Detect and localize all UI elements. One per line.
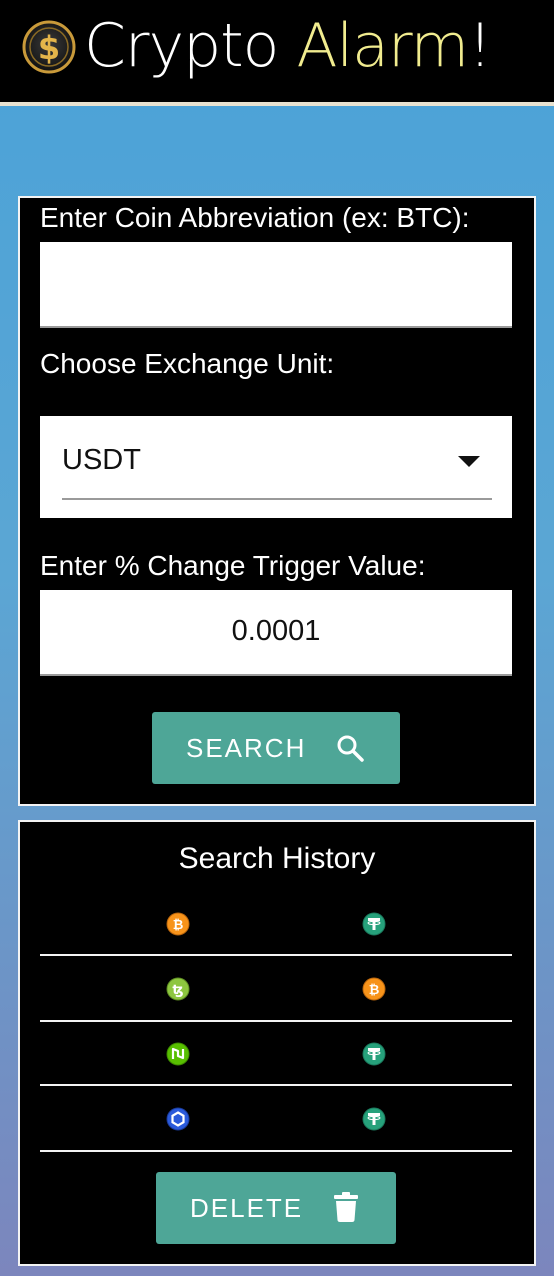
- coin-abbreviation-label: Enter Coin Abbreviation (ex: BTC):: [40, 202, 470, 233]
- bitcoin-icon: ₿: [166, 912, 190, 936]
- select-underline: [62, 498, 492, 500]
- app-title-word1: Crypto: [84, 11, 279, 81]
- app-title-suffix: !: [468, 11, 492, 81]
- search-button[interactable]: SEARCH: [152, 712, 400, 784]
- dollar-coin-icon: $: [22, 20, 76, 74]
- history-row[interactable]: [40, 1086, 512, 1152]
- history-row[interactable]: [40, 1022, 512, 1086]
- svg-text:₿: ₿: [369, 983, 380, 998]
- search-button-label: SEARCH: [186, 732, 307, 763]
- search-form-card: Enter Coin Abbreviation (ex: BTC): Choos…: [18, 196, 536, 806]
- coin-abbreviation-input[interactable]: [40, 242, 512, 328]
- history-row[interactable]: ₿: [40, 892, 512, 956]
- trigger-value-label: Enter % Change Trigger Value:: [40, 550, 426, 581]
- tether-icon: [362, 1042, 386, 1066]
- delete-button[interactable]: DELETE: [156, 1172, 396, 1244]
- exchange-unit-select[interactable]: USDT: [40, 416, 512, 518]
- svg-text:ꜩ: ꜩ: [172, 983, 183, 998]
- svg-text:$: $: [38, 29, 60, 67]
- history-row[interactable]: ꜩ ₿: [40, 956, 512, 1022]
- tezos-icon: ꜩ: [166, 977, 190, 1001]
- search-history-title: Search History: [178, 842, 376, 875]
- exchange-unit-selected-value: USDT: [62, 444, 141, 476]
- delete-button-label: DELETE: [190, 1192, 304, 1223]
- trigger-value-input[interactable]: 0.0001: [40, 590, 512, 676]
- app-header: $ Crypto Alarm!: [0, 0, 554, 106]
- tether-icon: [362, 1107, 386, 1131]
- trigger-value-text: 0.0001: [231, 615, 321, 647]
- tether-icon: [362, 912, 386, 936]
- app-title-word2: Alarm: [296, 11, 469, 81]
- svg-text:₿: ₿: [173, 918, 184, 933]
- dropdown-caret-icon: [458, 456, 480, 467]
- app-title: Crypto Alarm!: [84, 10, 492, 82]
- neo-icon: [166, 1042, 190, 1066]
- trash-icon: [334, 1192, 358, 1222]
- chainlink-icon: [166, 1107, 190, 1131]
- search-history-card: Search History ₿ ꜩ ₿ DELETE: [18, 820, 536, 1266]
- bitcoin-icon: ₿: [362, 977, 386, 1001]
- exchange-unit-label: Choose Exchange Unit:: [40, 348, 335, 379]
- search-icon: [337, 735, 364, 762]
